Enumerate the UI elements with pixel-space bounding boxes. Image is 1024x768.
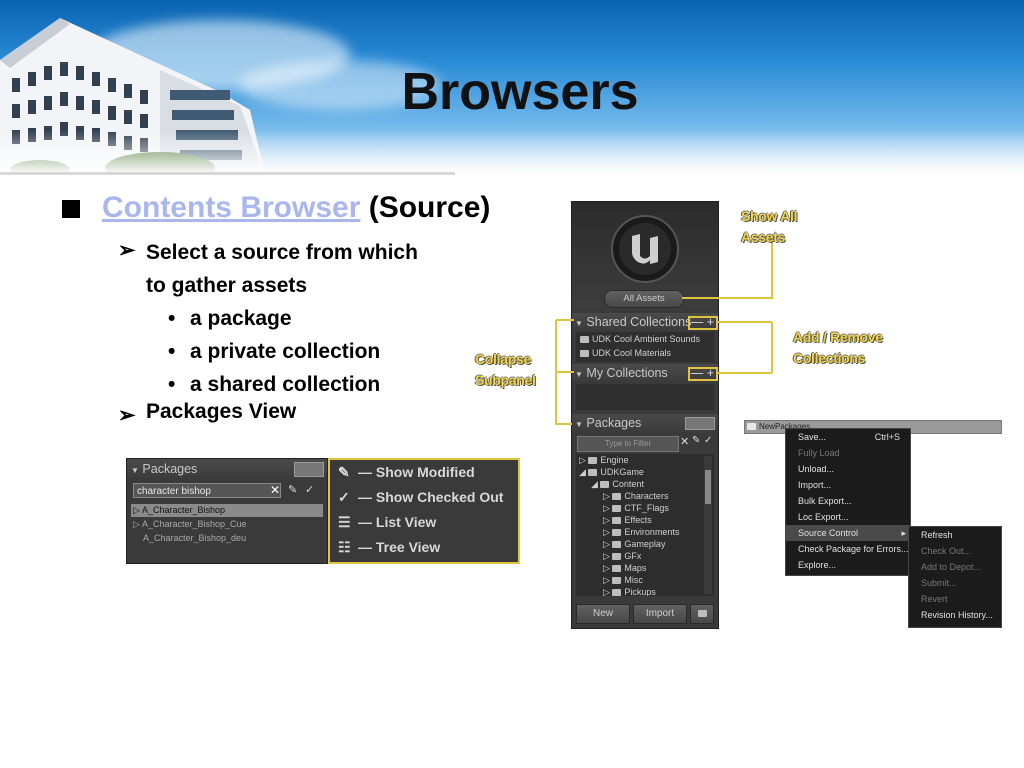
pencil-icon[interactable]: ✎ [288,483,297,496]
pencil-icon: ✎ [338,464,350,480]
package-tree: ▷ Engine ◢ UDKGame ◢ Content ▷ Character… [576,454,714,596]
submenu-item-revert[interactable]: Revert [909,591,1001,607]
menu-item-bulk-export[interactable]: Bulk Export... [786,493,910,509]
section-label: Packages [142,462,198,476]
check-icon: ✓ [338,489,350,505]
check-icon[interactable]: ✓ [305,483,314,496]
callout-show-all-assets: Show All Assets [741,208,798,245]
menu-item-save[interactable]: Save... Ctrl+S [786,429,910,445]
folder-button[interactable] [690,604,714,624]
list-item: • a private collection [168,340,381,363]
tree-node[interactable]: ▷ Characters [576,490,714,502]
submenu-arrow-icon: ▸ [901,528,906,538]
callout-collapse-subpanel: Collapse Subpanel [475,351,536,388]
packages-view-panel: ▼ Packages character bishop ✕ ✎ ✓ ▷ A_Ch… [126,458,328,564]
tree-view-icon: ☷ [338,539,351,555]
collapse-triangle-icon[interactable]: ▼ [131,466,139,475]
option-tree-view[interactable]: ☷ — Tree View [330,535,518,560]
table-row[interactable]: ▷ A_Character_Bishop [131,504,323,517]
header-banner: Browsers [0,0,1024,175]
packages-view-options: ✎ — Show Modified ✓ — Show Checked Out ☰ — … [328,458,520,564]
menu-item-import[interactable]: Import... [786,477,910,493]
package-search-input[interactable]: character bishop [133,483,281,498]
option-list-view[interactable]: ☰ — List View [330,510,518,535]
page-title: Browsers [401,63,639,121]
tree-node[interactable]: ▷ Environments [576,526,714,538]
sub-bullet-select-source: Select a source from which to gather ass… [146,236,418,302]
menu-item-check-package[interactable]: Check Package for Errors... [786,541,910,557]
scrollbar-thumb[interactable] [705,470,711,504]
scrollbar[interactable] [704,456,712,594]
submenu-item-refresh[interactable]: Refresh [909,527,1001,543]
source-control-submenu: Refresh Check Out... Add to Depot... Sub… [908,526,1002,628]
list-item: • a package [168,307,292,330]
option-show-modified[interactable]: ✎ — Show Modified [330,460,518,485]
menu-item-unload[interactable]: Unload... [786,461,910,477]
sub-bullet-line: Select a source from which [146,241,418,264]
sub-bullet-line: to gather assets [146,274,308,297]
bullet-square-icon [62,200,80,218]
context-menu: Save... Ctrl+S Fully Load Unload... Impor… [785,428,911,576]
table-row[interactable]: ▷ A_Character_Bishop_Cue [131,518,323,531]
view-toggle-icon[interactable] [294,462,324,477]
arrow-bullet-icon: ➢ [118,239,136,262]
import-button[interactable]: Import [633,604,687,624]
bullet-main: Contents Browser (Source) [102,191,490,225]
callout-connectors [555,240,773,425]
folder-icon [747,423,756,431]
tree-node[interactable]: ▷ GFx [576,550,714,562]
sub-sub-list: • a package • a private collection • a shar… [168,302,380,401]
list-item: • a shared collection [168,373,381,396]
divider [0,172,455,175]
packages-view-header[interactable]: ▼ Packages [127,459,327,479]
tree-node[interactable]: ▷ Gameplay [576,538,714,550]
tree-node[interactable]: ▷ Effects [576,514,714,526]
contents-browser-link[interactable]: Contents Browser [102,191,360,224]
menu-item-loc-export[interactable]: Loc Export... [786,509,910,525]
tree-node-content[interactable]: ◢ Content [576,478,714,490]
submenu-item-submit[interactable]: Submit... [909,575,1001,591]
table-row[interactable]: A_Character_Bishop_deu [131,532,323,545]
submenu-item-revision-history[interactable]: Revision History... [909,607,1001,623]
option-show-checked-out[interactable]: ✓ — Show Checked Out [330,485,518,510]
sub-bullet-packages-view: Packages View [146,400,297,423]
tree-node-engine[interactable]: ▷ Engine [576,454,714,466]
new-button[interactable]: New [576,604,630,624]
menu-item-explore[interactable]: Explore... [786,557,910,573]
submenu-item-check-out[interactable]: Check Out... [909,543,1001,559]
tree-node-udkgame[interactable]: ◢ UDKGame [576,466,714,478]
arrow-bullet-icon: ➢ [118,404,136,427]
banner-fade [0,130,1024,175]
tree-node[interactable]: ▷ Misc [576,574,714,586]
menu-item-source-control[interactable]: Source Control ▸ [786,525,910,541]
tree-node[interactable]: ▷ CTF_Flags [576,502,714,514]
tree-node[interactable]: ▷ Maps [576,562,714,574]
tree-node[interactable]: ▷ Pickups [576,586,714,596]
submenu-item-add-to-depot[interactable]: Add to Depot... [909,559,1001,575]
clear-filter-icon[interactable]: ✕ [270,483,280,497]
list-view-icon: ☰ [338,514,351,530]
callout-add-remove-collections: Add / Remove Collections [793,329,883,366]
menu-item-fully-load[interactable]: Fully Load [786,445,910,461]
